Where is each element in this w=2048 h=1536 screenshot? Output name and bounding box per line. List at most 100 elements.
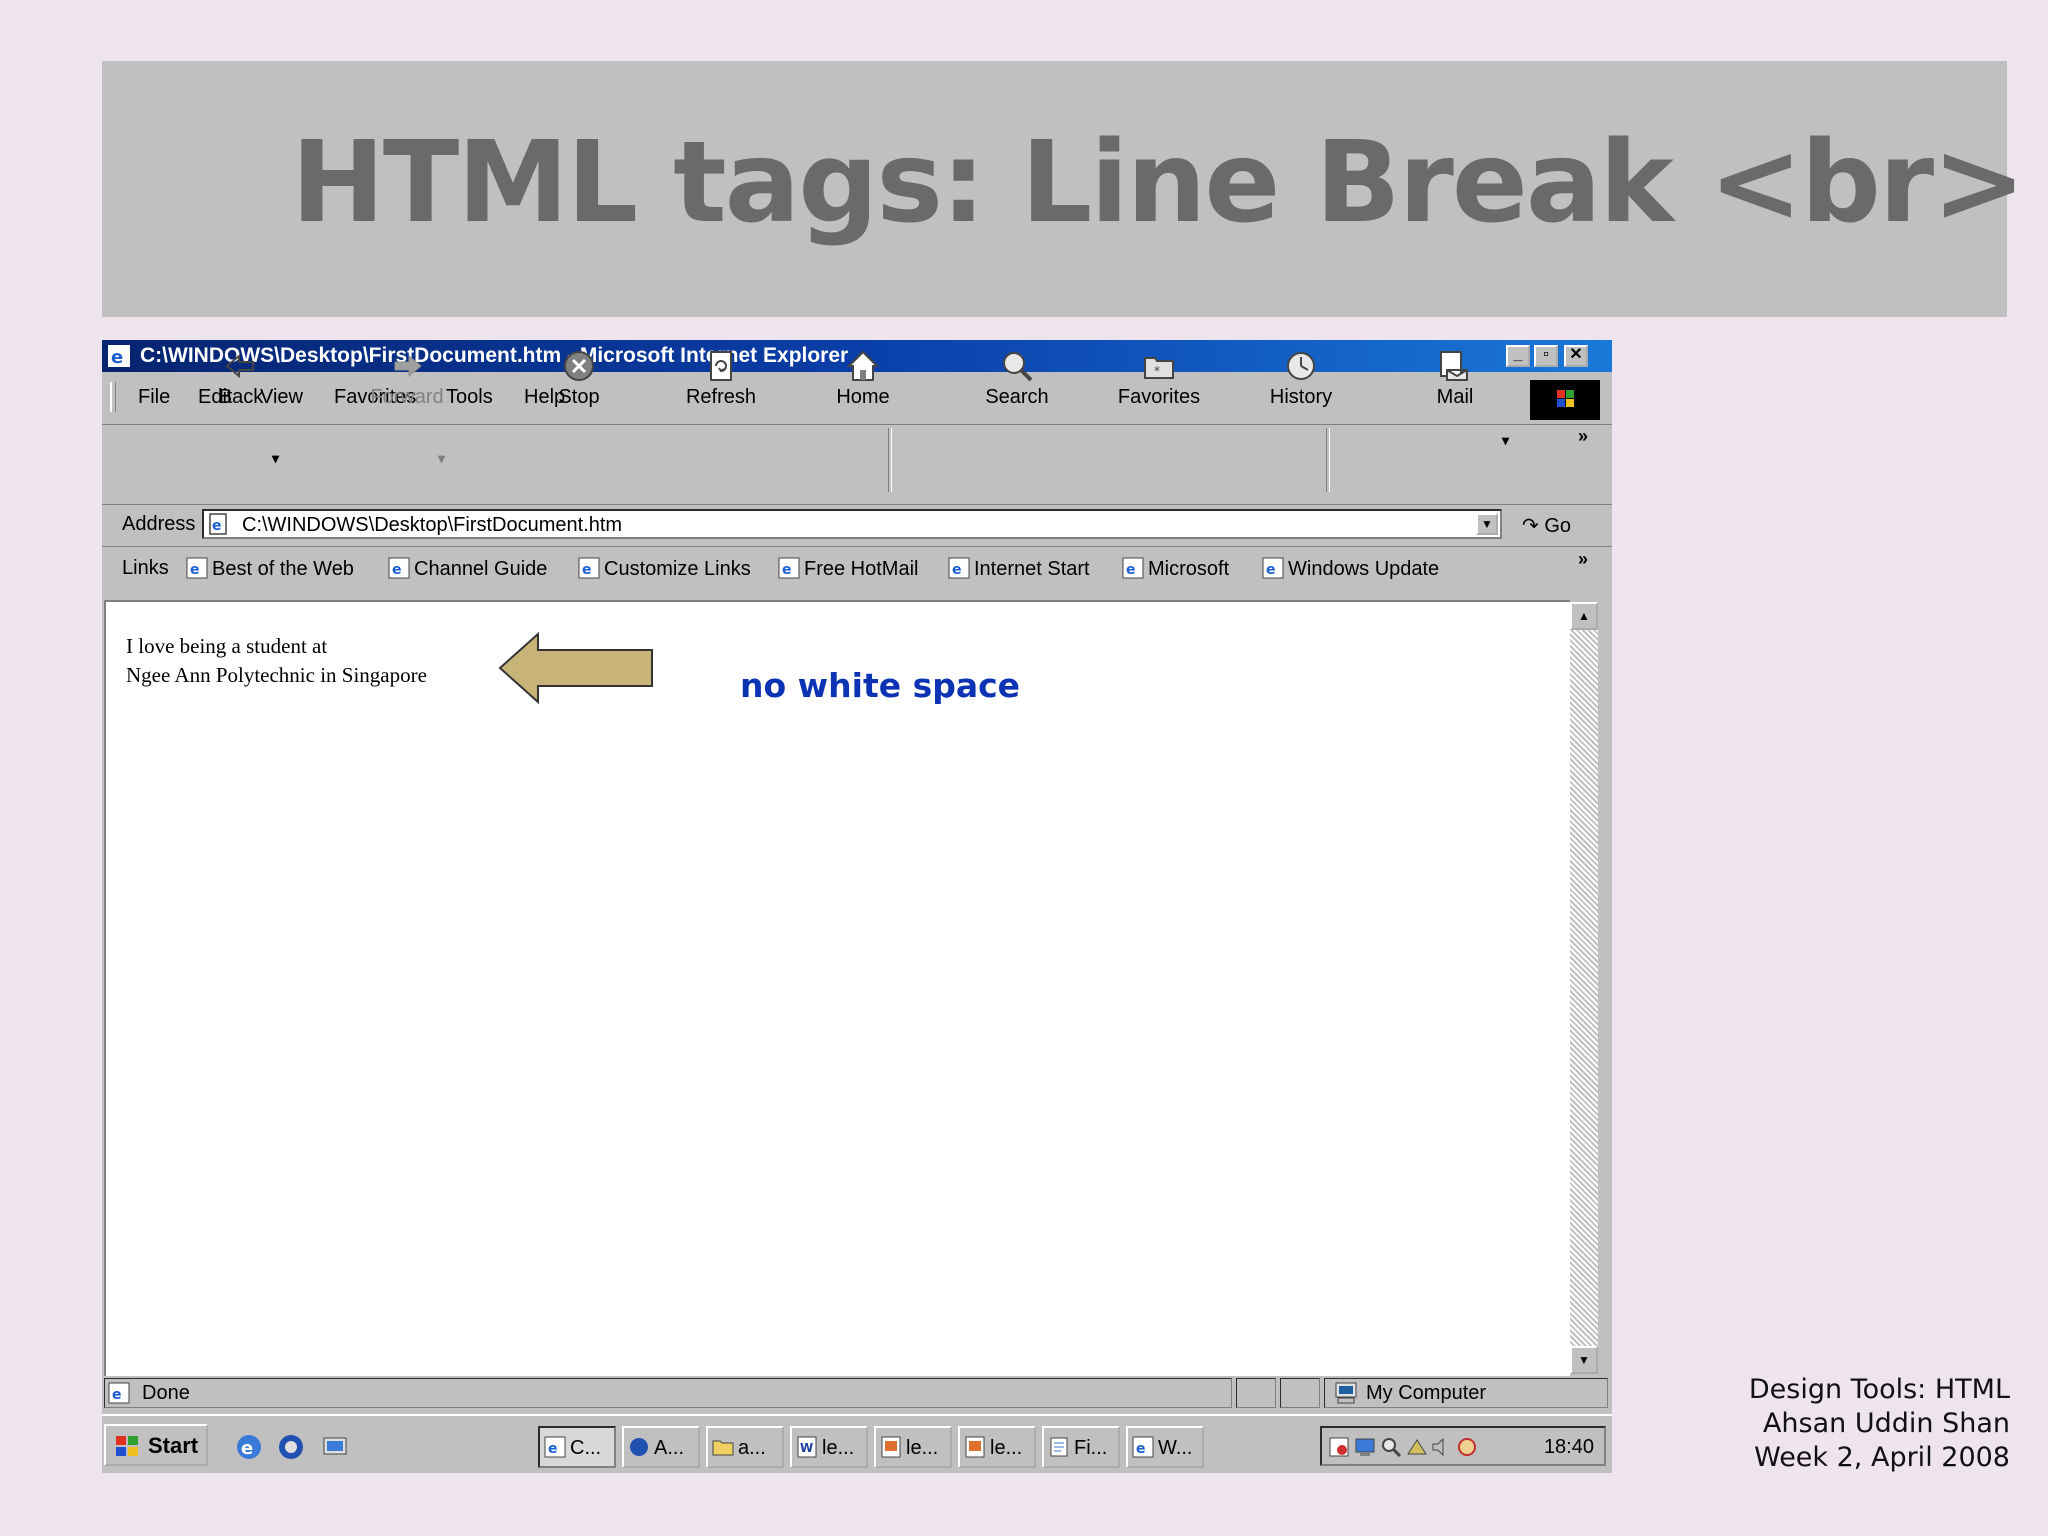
outlook-express-quicklaunch-icon[interactable]: [276, 1432, 306, 1462]
slide-title: HTML tags: Line Break <br>: [291, 118, 2026, 248]
task-button[interactable]: le...: [874, 1426, 952, 1468]
forward-dropdown-icon[interactable]: ▾: [438, 450, 445, 467]
svg-text:*: *: [1154, 364, 1160, 378]
start-label: Start: [148, 1433, 199, 1458]
toolbar-separator: [1326, 428, 1330, 492]
svg-text:e: e: [1136, 1441, 1146, 1457]
go-arrow-icon: ↷: [1522, 515, 1539, 537]
task-label: C...: [570, 1437, 602, 1459]
link-channel-guide[interactable]: e Channel Guide: [388, 557, 547, 581]
address-value: C:\WINDOWS\Desktop\FirstDocument.htm: [242, 514, 623, 536]
link-windows-update[interactable]: e Windows Update: [1262, 557, 1439, 581]
svg-text:W: W: [800, 1441, 813, 1455]
status-text: Done: [142, 1382, 190, 1404]
standard-toolbar: [102, 424, 1612, 501]
scroll-up-icon[interactable]: ▲: [1570, 602, 1598, 630]
task-button[interactable]: le...: [958, 1426, 1036, 1468]
ie-window: e C:\WINDOWS\Desktop\FirstDocument.htm -…: [102, 340, 1612, 1473]
menu-file[interactable]: File: [138, 386, 170, 409]
svg-text:e: e: [1266, 562, 1276, 578]
forward-label: Forward: [370, 386, 444, 408]
task-label: a...: [738, 1437, 766, 1459]
svg-text:e: e: [1126, 562, 1136, 578]
refresh-label: Refresh: [685, 386, 757, 408]
volume-icon[interactable]: [1430, 1436, 1452, 1458]
tray-network-icon[interactable]: [1406, 1436, 1428, 1458]
link-label: Microsoft: [1148, 558, 1230, 580]
svg-text:e: e: [952, 562, 962, 578]
refresh-icon: [710, 351, 732, 381]
footer-line-1: Design Tools: HTML: [1748, 1374, 2010, 1405]
clock: 18:40: [1543, 1436, 1594, 1458]
back-button[interactable]: Back: [186, 348, 296, 414]
restore-button[interactable]: ▫: [1534, 345, 1558, 367]
svg-text:e: e: [111, 347, 123, 367]
task-button[interactable]: a...: [706, 1426, 784, 1468]
tray-search-icon[interactable]: [1380, 1436, 1402, 1458]
status-panel: [1236, 1378, 1276, 1408]
start-button[interactable]: Start: [104, 1424, 208, 1466]
link-label: Internet Start: [974, 558, 1090, 580]
scroll-down-icon[interactable]: ▼: [1570, 1346, 1598, 1374]
document-text: I love being a student at Ngee Ann Polyt…: [126, 632, 427, 690]
search-button[interactable]: Search: [962, 348, 1072, 414]
link-free-hotmail[interactable]: e Free HotMail: [778, 557, 918, 581]
task-button[interactable]: e C...: [538, 1426, 616, 1468]
task-button[interactable]: A...: [622, 1426, 700, 1468]
go-label: Go: [1544, 515, 1572, 537]
show-desktop-quicklaunch-icon[interactable]: [320, 1432, 350, 1462]
task-button[interactable]: e W...: [1126, 1426, 1204, 1468]
footer-line-3: Week 2, April 2008: [1754, 1442, 2010, 1473]
back-dropdown-icon[interactable]: ▾: [272, 450, 279, 467]
page-icon: e: [209, 513, 227, 535]
mail-dropdown-icon[interactable]: ▾: [1502, 432, 1509, 449]
vertical-scrollbar[interactable]: ▲ ▼: [1570, 602, 1598, 1374]
word-doc-task-icon: W: [797, 1436, 817, 1458]
mail-button[interactable]: Mail: [1400, 348, 1510, 414]
task-label: W...: [1158, 1437, 1193, 1459]
document-line-1: I love being a student at: [126, 634, 328, 658]
search-label: Search: [985, 386, 1049, 408]
history-icon: [1287, 352, 1315, 380]
ie-page-icon: e: [1262, 557, 1284, 579]
close-button[interactable]: ✕: [1564, 345, 1588, 367]
link-best-of-the-web[interactable]: e Best of the Web: [186, 557, 354, 581]
home-label: Home: [836, 386, 890, 408]
refresh-button[interactable]: Refresh: [666, 348, 776, 414]
search-icon: [1003, 352, 1033, 382]
link-microsoft[interactable]: e Microsoft: [1122, 557, 1229, 581]
svg-text:e: e: [190, 562, 200, 578]
tray-display-icon[interactable]: [1354, 1436, 1376, 1458]
ie-quicklaunch-icon[interactable]: e: [234, 1432, 264, 1462]
ie-page-icon: e: [948, 557, 970, 579]
link-label: Free HotMail: [804, 558, 919, 580]
history-label: History: [1269, 386, 1333, 408]
slide-footer: Design Tools: HTML Ahsan Uddin Shan Week…: [1749, 1373, 2010, 1475]
links-bar: Links e Best of the Web e Channel Guide eC…: [102, 546, 1612, 587]
stop-button[interactable]: Stop: [524, 348, 634, 414]
task-button[interactable]: Fi...: [1042, 1426, 1120, 1468]
link-customize-links[interactable]: e Customize Links: [578, 557, 751, 581]
tray-scheduler-icon[interactable]: [1328, 1436, 1350, 1458]
svg-text:e: e: [582, 562, 592, 578]
home-button[interactable]: Home: [808, 348, 918, 414]
links-more-chevron-icon[interactable]: »: [1578, 549, 1588, 570]
task-button[interactable]: W le...: [790, 1426, 868, 1468]
forward-arrow-icon: [394, 354, 422, 378]
notepad-task-icon: [1050, 1437, 1068, 1457]
task-label: le...: [906, 1437, 939, 1459]
tray-app-icon[interactable]: [1456, 1436, 1478, 1458]
forward-button[interactable]: Forward: [352, 348, 462, 414]
address-input[interactable]: e C:\WINDOWS\Desktop\FirstDocument.htm ▼: [202, 509, 1502, 539]
status-zone: My Computer: [1366, 1382, 1487, 1404]
task-label: le...: [990, 1437, 1023, 1459]
go-button[interactable]: ↷ Go: [1522, 513, 1571, 538]
status-panel: [1280, 1378, 1320, 1408]
favorites-button[interactable]: * Favorites: [1104, 348, 1214, 414]
link-internet-start[interactable]: e Internet Start: [948, 557, 1090, 581]
mail-icon: [1440, 351, 1468, 381]
address-dropdown-icon[interactable]: ▼: [1476, 513, 1498, 535]
left-arrow-icon: [498, 631, 653, 705]
toolbar-more-chevron-icon[interactable]: »: [1578, 426, 1588, 447]
history-button[interactable]: History: [1246, 348, 1356, 414]
